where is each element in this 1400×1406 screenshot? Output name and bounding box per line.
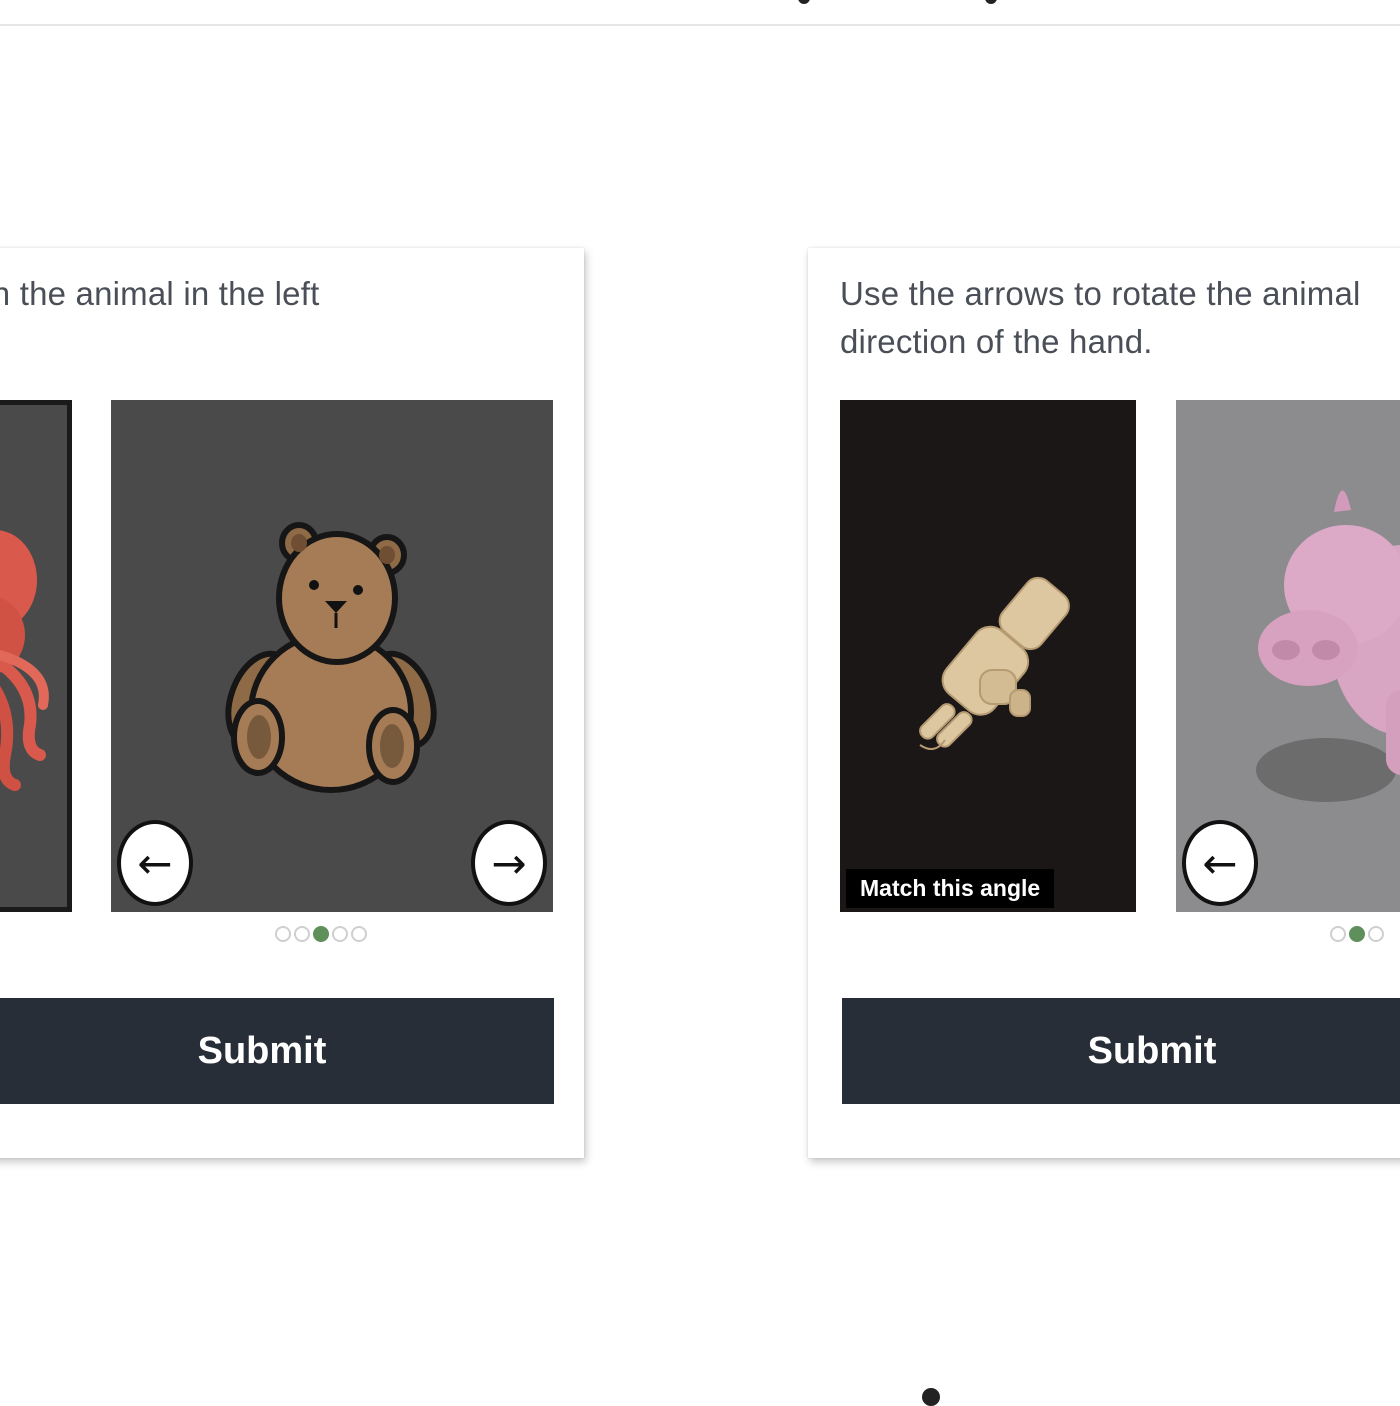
wooden-hand-image	[919, 576, 1070, 750]
submit-label: Submit	[1087, 1029, 1217, 1072]
page-dot[interactable]	[351, 926, 367, 942]
page-dot[interactable]	[1330, 926, 1346, 942]
rotate-left-button[interactable]: ←	[1182, 820, 1258, 906]
arrow-left-icon: ←	[137, 838, 173, 888]
cropped-glyph	[798, 0, 810, 4]
instruction-text: ws, match the animal in the left e.	[0, 270, 319, 366]
octopus-image	[0, 530, 49, 791]
submit-button[interactable]: Submit	[0, 998, 554, 1104]
instruction-line: ws, match the animal in the left	[0, 275, 320, 312]
page-dot[interactable]	[1368, 926, 1384, 942]
cropped-glyph	[922, 1388, 940, 1406]
submit-button[interactable]: Submit	[842, 998, 1400, 1104]
reference-caption: Match this angle	[846, 869, 1055, 908]
page-dot-active[interactable]	[1349, 926, 1365, 942]
candidate-image-panel: ←	[1176, 400, 1400, 912]
instruction-line: direction of the hand.	[840, 323, 1153, 360]
right-captcha-card: Use the arrows to rotate the animal dire…	[808, 248, 1400, 1158]
arrow-right-icon: →	[491, 838, 527, 888]
instruction-line: Use the arrows to rotate the animal	[840, 275, 1361, 312]
page-dot-active[interactable]	[313, 926, 329, 942]
page-dot[interactable]	[294, 926, 310, 942]
top-divider	[0, 0, 1400, 26]
rotate-left-button[interactable]: ←	[117, 820, 193, 906]
arrow-left-icon: ←	[1202, 838, 1238, 888]
submit-label: Submit	[197, 1029, 327, 1072]
reference-image-octopus	[0, 400, 72, 912]
rotate-right-button[interactable]: →	[471, 820, 547, 906]
cropped-glyph	[985, 0, 997, 4]
reference-image-hand: Match this angle	[840, 400, 1136, 912]
pagination-dots	[275, 926, 367, 942]
page-dot[interactable]	[275, 926, 291, 942]
instruction-text: Use the arrows to rotate the animal dire…	[840, 270, 1361, 366]
candidate-image-panel: ← →	[111, 400, 553, 912]
page-dot[interactable]	[332, 926, 348, 942]
left-captcha-card: ws, match the animal in the left e.	[0, 248, 584, 1158]
pagination-dots	[1330, 926, 1384, 942]
